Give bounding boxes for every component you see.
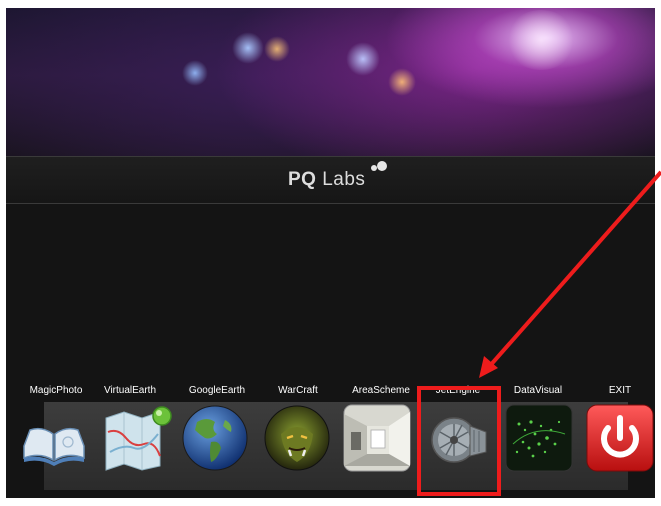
pointer-arrow — [479, 170, 661, 378]
arrow-shaft — [486, 170, 661, 370]
